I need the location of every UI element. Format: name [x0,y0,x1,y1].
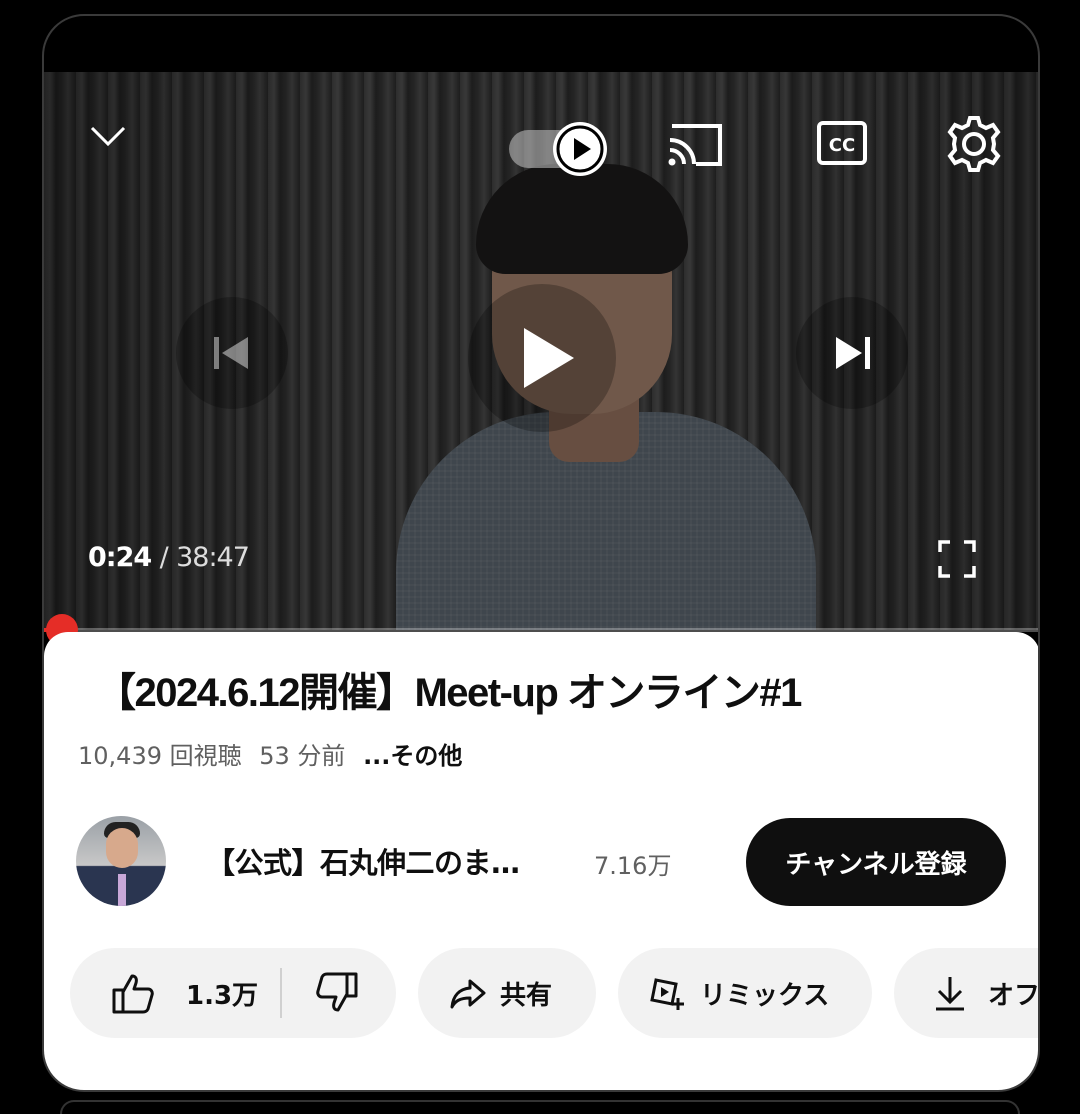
video-player[interactable]: CC 0:24 / 38:47 [44,72,1038,630]
cast-button[interactable] [666,120,726,170]
channel-avatar[interactable] [76,816,166,906]
video-info-panel: 【2024.6.12開催】Meet-up オンライン#1 10,439 回視聴 … [44,632,1040,1090]
view-count: 10,439 回視聴 [78,742,242,770]
fullscreen-button[interactable] [936,538,978,580]
gear-icon [947,116,1001,172]
share-icon [450,979,486,1009]
captions-button[interactable]: CC [816,120,868,166]
autoplay-toggle[interactable] [509,122,609,178]
next-button[interactable] [796,297,908,409]
avatar-face [106,828,138,868]
autoplay-toggle-icon [553,122,607,176]
svg-text:CC: CC [829,135,855,156]
remix-icon [650,978,684,1010]
download-icon [936,977,964,1011]
time-separator: / [159,542,169,573]
skip-previous-icon [214,337,248,369]
like-dislike-chip: 1.3万 [70,948,396,1038]
dislike-button[interactable] [314,970,360,1023]
upload-age: 53 分前 [259,742,346,770]
closed-captions-icon: CC [817,121,867,165]
download-button[interactable]: オフ [894,948,1040,1038]
previous-button[interactable] [176,297,288,409]
subscriber-count: 7.16万 [594,852,672,880]
time-display: 0:24 / 38:47 [88,542,250,573]
avatar-tie [118,874,126,906]
fullscreen-icon [938,540,976,578]
phone-frame: CC 0:24 / 38:47 【2024.6.12開催】Meet-up オンラ… [42,14,1040,1092]
video-title[interactable]: 【2024.6.12開催】Meet-up オンライン#1 [96,660,802,718]
channel-name[interactable]: 【公式】石丸伸二のま… [206,840,520,882]
video-meta[interactable]: 10,439 回視聴 53 分前 ...その他 [78,736,472,771]
duration: 38:47 [176,542,250,573]
thumbs-up-icon [112,974,154,1014]
subscribe-button[interactable]: チャンネル登録 [746,818,1006,906]
action-chips: 1.3万 共有 リミックス オフ [70,948,1040,1040]
share-button[interactable]: 共有 [418,948,596,1038]
thumbs-down-icon [316,972,358,1012]
more-link[interactable]: ...その他 [363,742,462,770]
settings-button[interactable] [944,114,1004,174]
like-count: 1.3万 [186,980,259,1011]
download-label: オフ [988,980,1040,1011]
like-divider [280,968,282,1018]
play-icon [524,328,574,388]
play-button[interactable] [468,284,616,432]
chevron-down-icon [90,126,126,147]
share-label: 共有 [500,980,553,1011]
remix-label: リミックス [700,980,830,1011]
remix-button[interactable]: リミックス [618,948,872,1038]
current-time: 0:24 [88,542,152,573]
collapse-button[interactable] [88,122,128,152]
like-button[interactable]: 1.3万 [110,970,258,1016]
cast-icon [668,124,722,166]
skip-next-icon [836,337,870,369]
